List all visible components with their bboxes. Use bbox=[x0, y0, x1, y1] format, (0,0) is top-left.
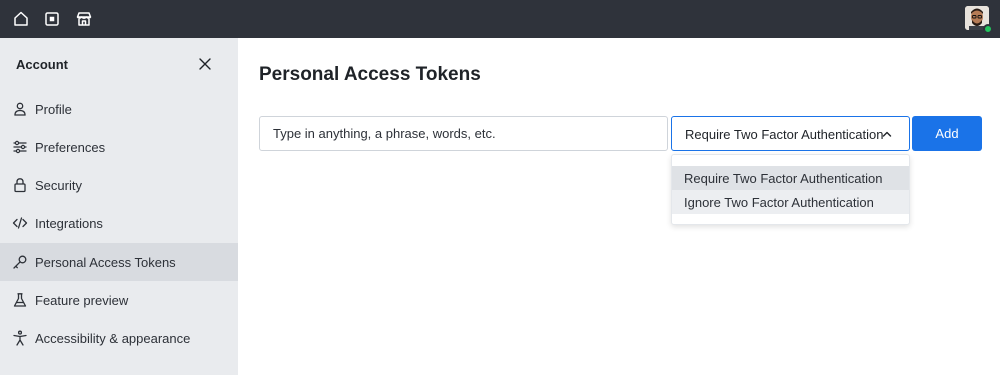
person-icon bbox=[12, 101, 28, 117]
sidebar-item-label: Feature preview bbox=[35, 292, 129, 308]
close-icon[interactable] bbox=[197, 56, 213, 72]
page-title: Personal Access Tokens bbox=[259, 64, 481, 85]
add-button[interactable]: Add bbox=[912, 116, 982, 151]
sidebar-item-feature-preview[interactable]: Feature preview bbox=[0, 281, 238, 319]
sidebar-item-accessibility[interactable]: Accessibility & appearance bbox=[0, 319, 238, 357]
store-icon[interactable] bbox=[74, 9, 94, 29]
sidebar-item-label: Preferences bbox=[35, 139, 106, 155]
token-name-input[interactable] bbox=[259, 116, 668, 151]
key-icon bbox=[12, 254, 28, 270]
sidebar-item-security[interactable]: Security bbox=[0, 166, 238, 204]
sidebar-item-label: Security bbox=[35, 177, 82, 193]
dropdown-option-require-2fa[interactable]: Require Two Factor Authentication bbox=[672, 166, 909, 190]
home-icon[interactable] bbox=[11, 9, 31, 29]
account-sidebar: Account Profile Preferences Security Int… bbox=[0, 38, 238, 375]
chip-icon[interactable] bbox=[42, 9, 62, 29]
chevron-up-icon bbox=[881, 128, 893, 140]
user-avatar[interactable] bbox=[965, 6, 993, 34]
sidebar-item-label: Accessibility & appearance bbox=[35, 330, 191, 346]
sidebar-item-integrations[interactable]: Integrations bbox=[0, 204, 238, 242]
two-factor-dropdown-menu: Require Two Factor Authentication Ignore… bbox=[671, 154, 910, 225]
code-icon bbox=[12, 215, 28, 231]
sidebar-item-label: Profile bbox=[35, 101, 72, 117]
accessibility-icon bbox=[12, 330, 28, 346]
select-value: Require Two Factor Authentication bbox=[685, 127, 884, 142]
flask-icon bbox=[12, 292, 28, 308]
lock-icon bbox=[12, 177, 28, 193]
sidebar-title: Account bbox=[16, 57, 68, 72]
dropdown-option-ignore-2fa[interactable]: Ignore Two Factor Authentication bbox=[672, 190, 909, 214]
top-bar bbox=[0, 0, 1000, 38]
sidebar-item-label: Personal Access Tokens bbox=[35, 254, 176, 270]
online-status-dot bbox=[983, 24, 993, 34]
sidebar-item-personal-access-tokens[interactable]: Personal Access Tokens bbox=[0, 243, 238, 281]
sidebar-item-label: Integrations bbox=[35, 215, 103, 231]
sliders-icon bbox=[12, 139, 28, 155]
sidebar-item-preferences[interactable]: Preferences bbox=[0, 128, 238, 166]
two-factor-select[interactable]: Require Two Factor Authentication bbox=[671, 116, 910, 151]
sidebar-item-profile[interactable]: Profile bbox=[0, 90, 238, 128]
